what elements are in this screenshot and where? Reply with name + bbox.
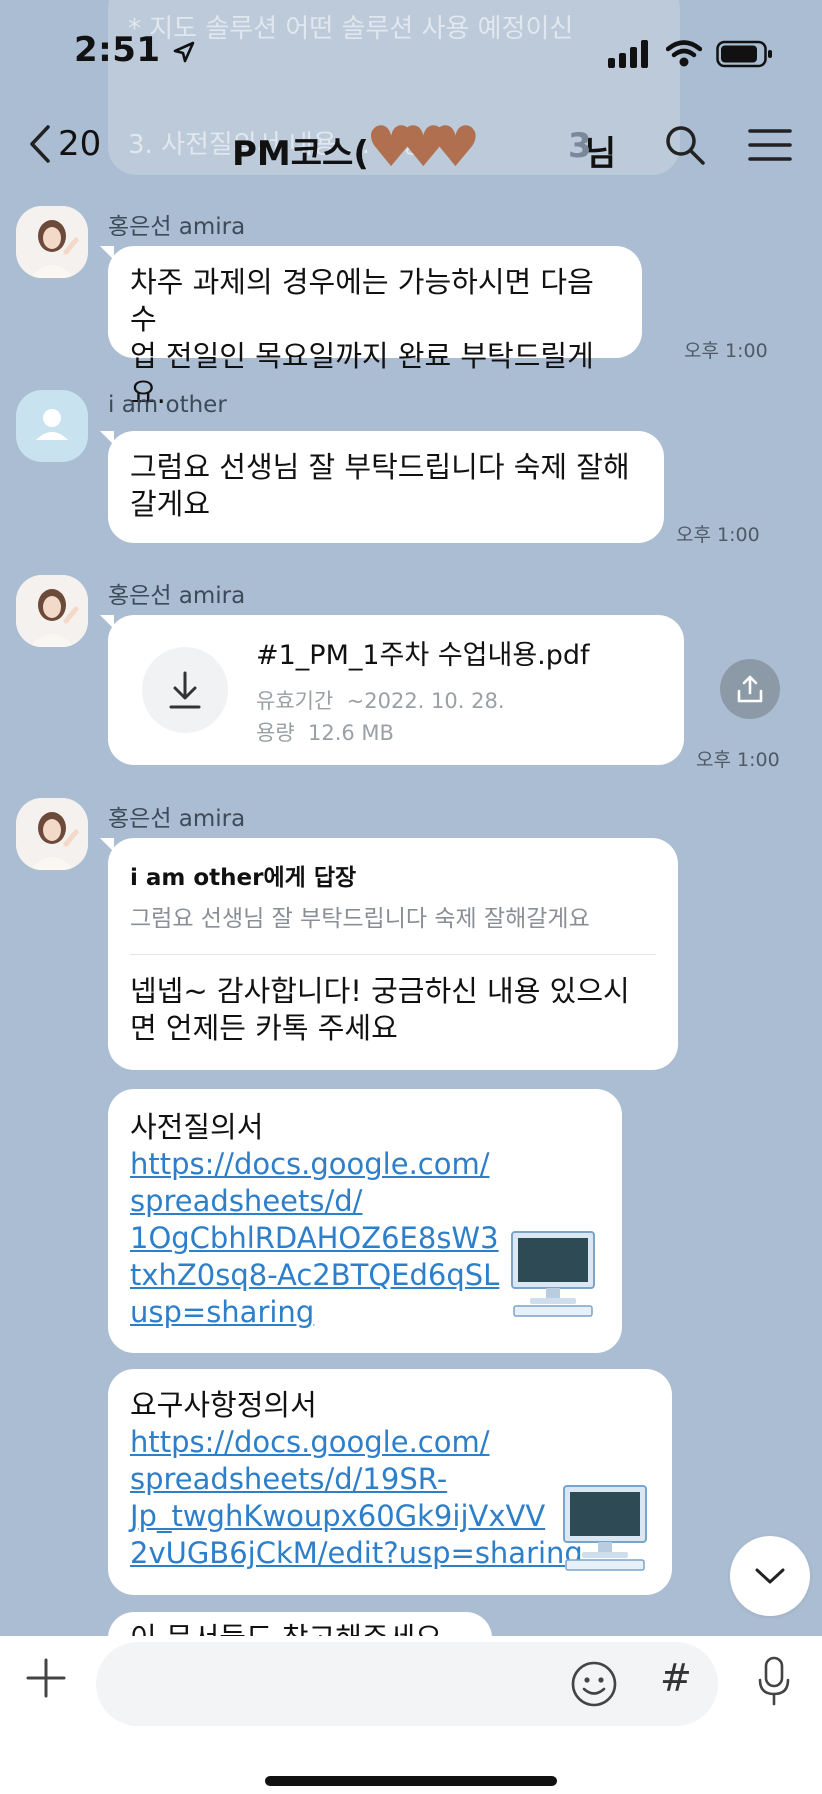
default-profile-icon <box>36 409 68 440</box>
sender-name: 홍은선 amira <box>108 214 246 240</box>
wifi-icon <box>666 40 702 67</box>
hamburger-menu-icon <box>748 129 792 161</box>
search-button[interactable] <box>664 124 706 170</box>
file-size: 용량 12.6 MB <box>256 721 394 745</box>
profile-photo-icon <box>16 206 88 278</box>
download-icon <box>169 671 201 709</box>
share-icon <box>737 675 763 703</box>
status-icons <box>608 40 774 68</box>
profile-photo-icon <box>16 575 88 647</box>
emoji-button[interactable] <box>570 1660 618 1712</box>
smiley-icon <box>571 1661 617 1707</box>
microphone-icon <box>758 1656 790 1706</box>
message-bubble[interactable]: 그럼요 선생님 잘 부탁드립니다 숙제 잘해 갈게요 <box>108 431 664 543</box>
file-name: #1_PM_1주차 수업내용.pdf <box>256 640 590 671</box>
location-arrow-icon <box>173 41 195 62</box>
avatar[interactable] <box>16 575 88 647</box>
voice-button[interactable] <box>758 1656 790 1710</box>
hashtag-button[interactable]: # <box>660 1656 692 1700</box>
chevron-left-icon <box>30 125 50 163</box>
menu-button[interactable] <box>748 128 792 166</box>
avatar[interactable] <box>16 206 88 278</box>
home-indicator[interactable] <box>265 1776 557 1786</box>
cellular-signal-icon <box>608 40 648 68</box>
message-time: 오후 1:00 <box>684 340 768 362</box>
message-text: 넵넵~ 감사합니다! 궁금하신 내용 있으시 <box>130 974 630 1008</box>
message-text: 차주 과제의 경우에는 가능하시면 다음 수 <box>130 265 594 336</box>
status-time: 2:51 <box>74 30 195 70</box>
sender-name: 홍은선 amira <box>108 806 246 832</box>
back-button[interactable]: 20 <box>28 124 101 164</box>
avatar[interactable] <box>16 390 88 462</box>
profile-photo-icon <box>16 798 88 870</box>
search-icon <box>666 126 705 165</box>
sender-name: 홍은선 amira <box>108 583 246 609</box>
reply-quote[interactable]: 그럼요 선생님 잘 부탁드립니다 숙제 잘해갈게요 <box>130 901 656 938</box>
message-bubble[interactable]: 차주 과제의 경우에는 가능하시면 다음 수 업 전일인 목요일까지 완료 부탁… <box>108 246 642 410</box>
message-time: 오후 1:00 <box>696 749 780 771</box>
reply-divider <box>130 954 656 955</box>
hash-icon: # <box>660 1656 692 1700</box>
file-message-bubble[interactable]: #1_PM_1주차 수업내용.pdf 유효기간 ~2022. 10. 28. 용… <box>108 615 684 765</box>
plus-icon <box>26 1658 66 1698</box>
chevron-down-icon <box>755 1568 785 1584</box>
message-text: 갈게요 <box>130 487 211 521</box>
heart-sticker-icon: ♥♥♥ <box>366 115 481 180</box>
computer-sticker-icon <box>563 1485 647 1571</box>
battery-icon <box>716 40 772 68</box>
share-button[interactable] <box>720 659 780 719</box>
scroll-to-bottom-button[interactable] <box>730 1536 810 1616</box>
message-text: 면 언제든 카톡 주세요 <box>130 1011 398 1045</box>
avatar[interactable] <box>16 798 88 870</box>
message-input[interactable] <box>96 1642 718 1726</box>
reply-message-bubble[interactable]: i am other에게 답장 그럼요 선생님 잘 부탁드립니다 숙제 잘해갈게… <box>108 838 678 1070</box>
sender-name: i am other <box>108 392 227 418</box>
computer-sticker-icon <box>511 1231 595 1317</box>
message-input-bar: # <box>0 1636 822 1794</box>
member-count: 3 <box>568 126 592 166</box>
message-text: 그럼요 선생님 잘 부탁드립니다 숙제 잘해 <box>130 450 630 484</box>
message-title: 사전질의서 <box>130 1110 264 1144</box>
attach-button[interactable] <box>26 1658 66 1702</box>
unread-count: 20 <box>58 124 102 164</box>
reply-target: i am other에게 답장 <box>130 865 357 891</box>
message-time: 오후 1:00 <box>676 524 760 546</box>
message-title: 요구사항정의서 <box>130 1388 317 1422</box>
download-button[interactable] <box>142 647 228 733</box>
